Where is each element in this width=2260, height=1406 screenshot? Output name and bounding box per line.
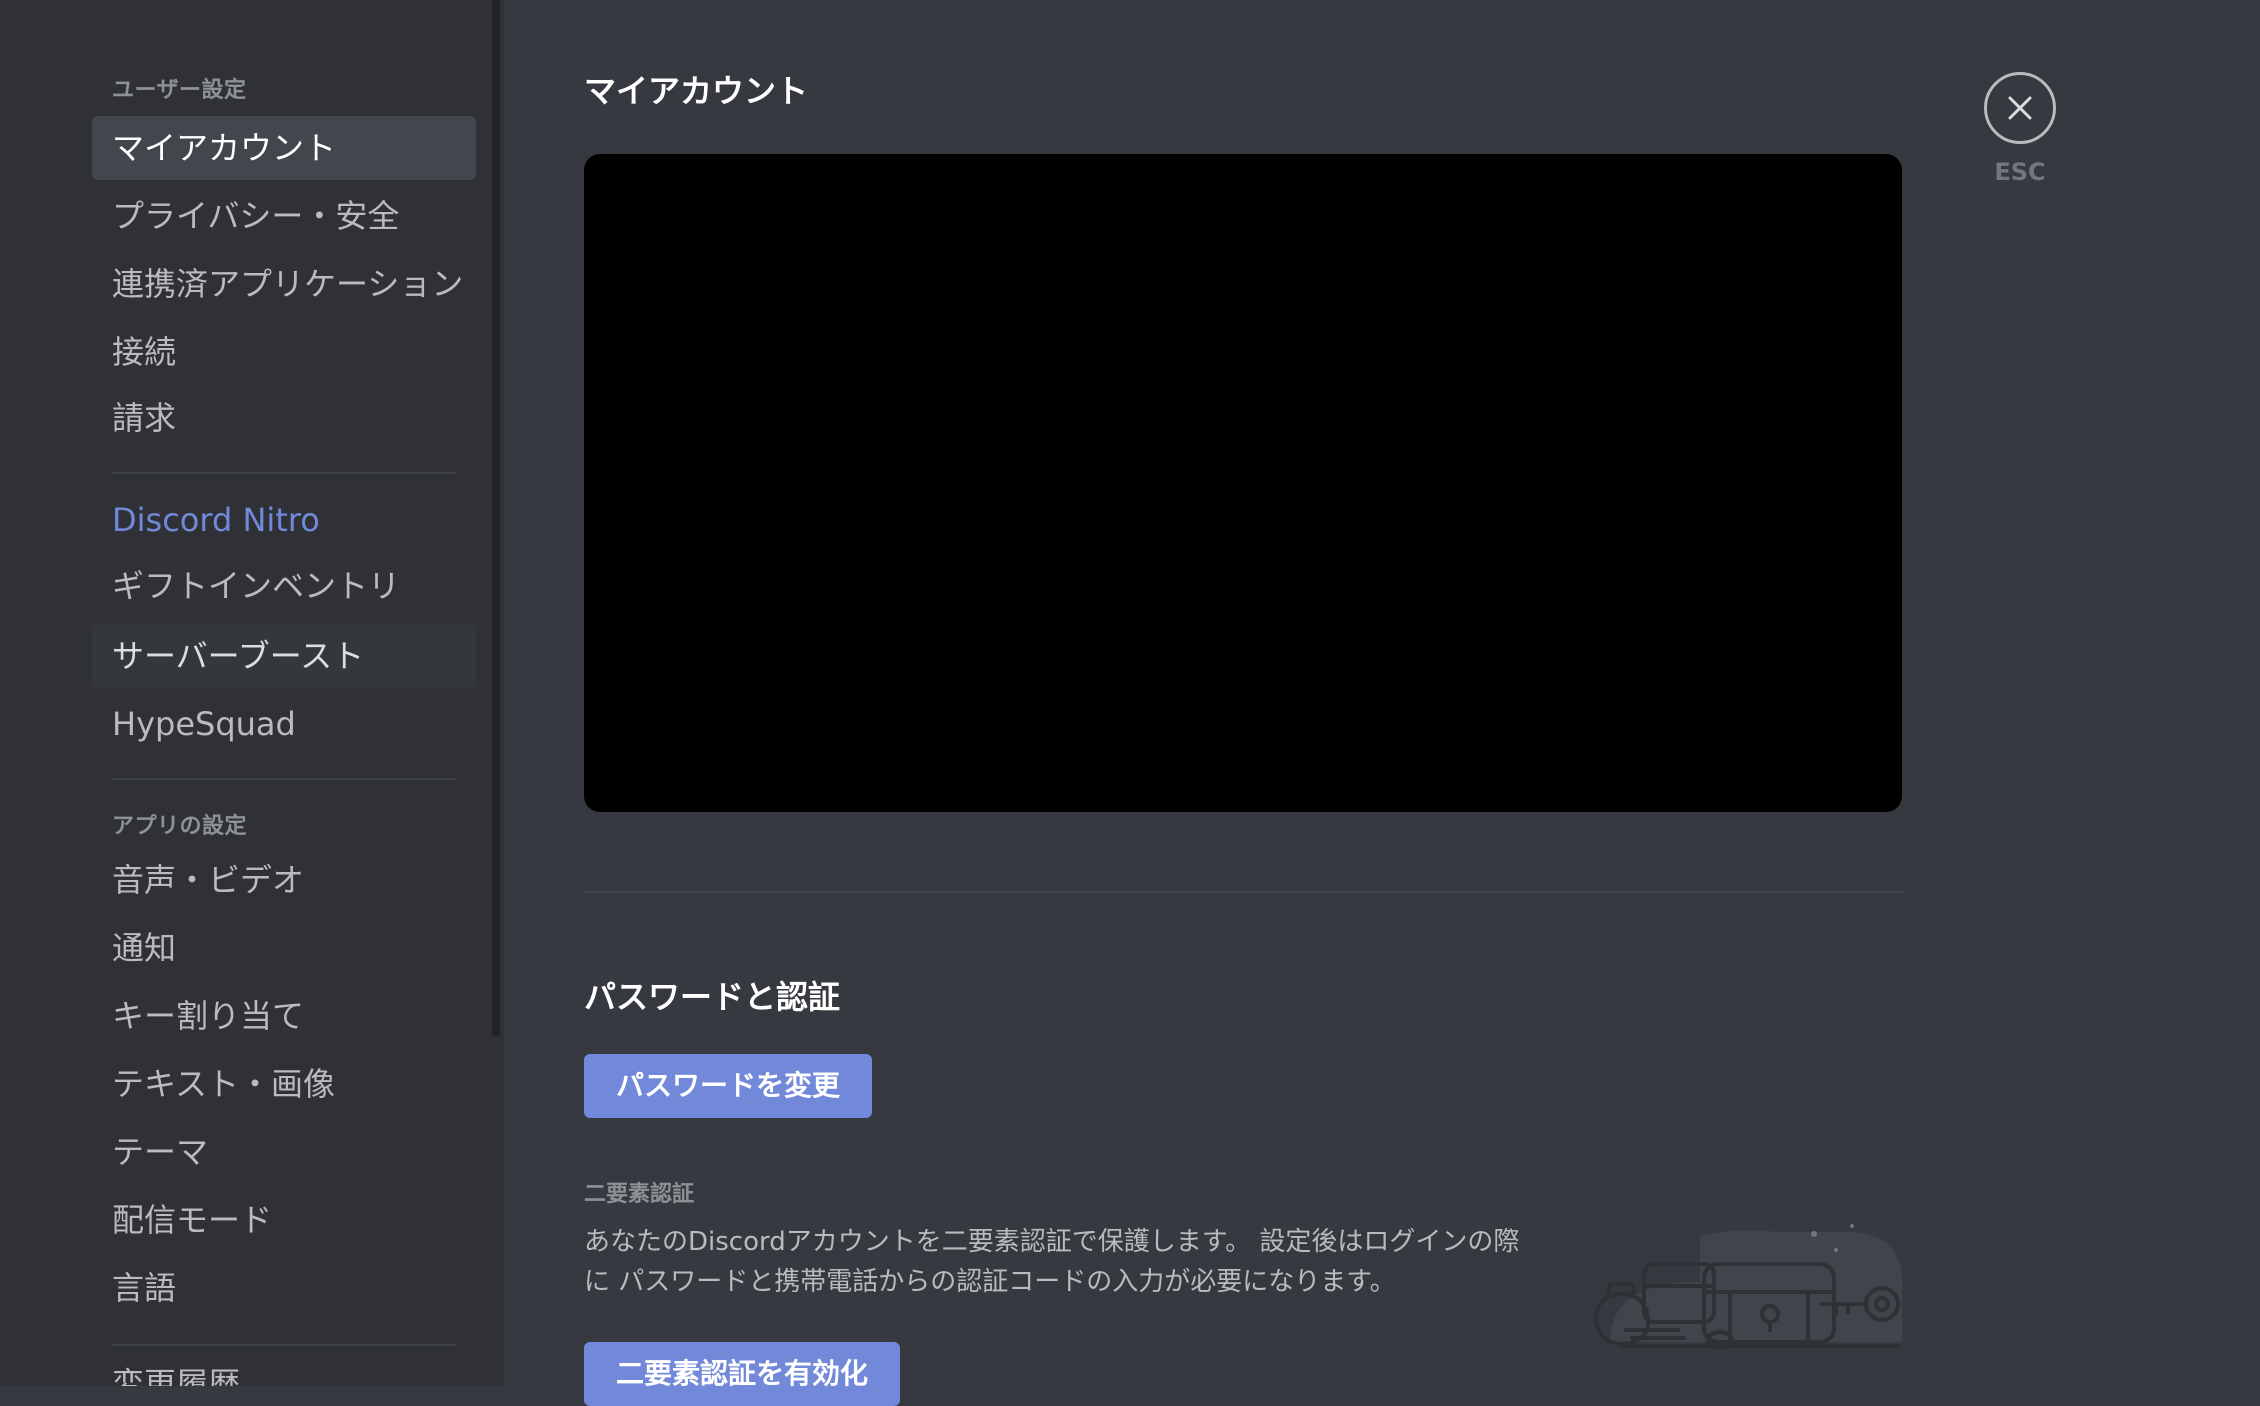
sidebar-item-language[interactable]: 言語 bbox=[92, 1256, 476, 1320]
settings-sidebar: ユーザー設定 マイアカウント プライバシー・安全 連携済アプリケーション 接続 … bbox=[0, 0, 504, 1386]
sidebar-item-my-account[interactable]: マイアカウント bbox=[92, 116, 476, 180]
sidebar-divider bbox=[112, 472, 456, 474]
sidebar-divider bbox=[112, 1344, 456, 1346]
close-button[interactable] bbox=[1984, 72, 2056, 144]
account-profile-card bbox=[584, 154, 1902, 812]
sidebar-item-change-log[interactable]: 変更履歴 bbox=[92, 1352, 476, 1386]
close-icon bbox=[2008, 96, 2032, 120]
sidebar-item-keybinds[interactable]: キー割り当て bbox=[92, 984, 476, 1048]
enable-mfa-button[interactable]: 二要素認証を有効化 bbox=[584, 1342, 901, 1406]
treasure-chest-key-illustration bbox=[1570, 1222, 1910, 1366]
sidebar-item-appearance[interactable]: テーマ bbox=[92, 1120, 476, 1184]
change-password-button[interactable]: パスワードを変更 bbox=[584, 1054, 873, 1118]
esc-label: ESC bbox=[1994, 158, 2046, 186]
sidebar-item-connections[interactable]: 接続 bbox=[92, 320, 476, 384]
sidebar-item-billing[interactable]: 請求 bbox=[92, 386, 476, 450]
app-settings-header: アプリの設定 bbox=[112, 814, 248, 839]
password-auth-title: パスワードと認証 bbox=[584, 978, 841, 1016]
sidebar-item-server-boost[interactable]: サーバーブースト bbox=[92, 624, 476, 688]
sidebar-divider bbox=[112, 778, 456, 780]
user-settings-header: ユーザー設定 bbox=[112, 78, 247, 103]
mfa-description: あなたのDiscordアカウントを二要素認証で保護します。 設定後はログインの際… bbox=[584, 1227, 1520, 1297]
sidebar-item-hypesquad[interactable]: HypeSquad bbox=[92, 692, 476, 756]
mfa-label: 二要素認証 bbox=[584, 1182, 695, 1207]
sidebar-item-gift-inventory[interactable]: ギフトインベントリ bbox=[92, 554, 476, 618]
sidebar-item-discord-nitro[interactable]: Discord Nitro bbox=[92, 488, 476, 552]
page-title: マイアカウント bbox=[584, 72, 809, 110]
sidebar-item-streamer-mode[interactable]: 配信モード bbox=[92, 1188, 476, 1252]
section-divider bbox=[584, 891, 1904, 893]
sidebar-item-notifications[interactable]: 通知 bbox=[92, 916, 476, 980]
sidebar-item-text-images[interactable]: テキスト・画像 bbox=[92, 1052, 476, 1116]
sidebar-item-voice-video[interactable]: 音声・ビデオ bbox=[92, 848, 476, 912]
sidebar-item-privacy-safety[interactable]: プライバシー・安全 bbox=[92, 184, 476, 248]
sidebar-scrollbar[interactable] bbox=[492, 0, 500, 1036]
sidebar-item-authorized-apps[interactable]: 連携済アプリケーション bbox=[92, 252, 476, 316]
